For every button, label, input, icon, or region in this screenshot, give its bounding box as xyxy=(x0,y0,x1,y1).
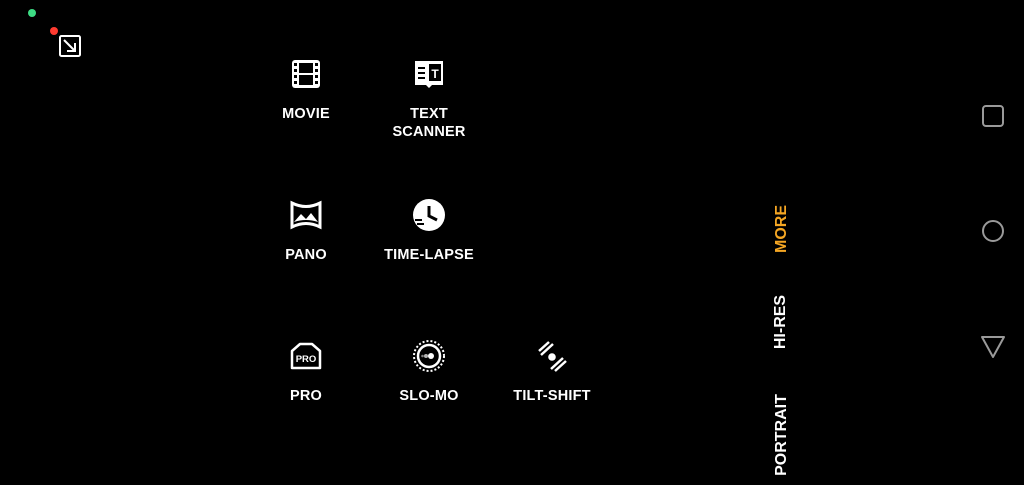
tab-portrait[interactable]: PORTRAIT xyxy=(773,385,791,485)
tab-hi-res[interactable]: HI-RES xyxy=(772,292,790,352)
mode-pro[interactable]: PRO PRO xyxy=(246,339,366,405)
mode-slo-mo[interactable]: SLO-MO xyxy=(369,339,489,405)
recording-indicator xyxy=(50,27,58,35)
camera-in-use-indicator xyxy=(28,9,36,17)
mode-label: TIME-LAPSE xyxy=(384,247,474,263)
slow-motion-icon xyxy=(413,340,445,372)
mode-time-lapse[interactable]: TIME-LAPSE xyxy=(369,198,489,264)
panorama-icon xyxy=(290,200,322,230)
recents-square-icon[interactable] xyxy=(980,103,1006,129)
mode-label: PRO xyxy=(289,388,323,404)
pro-camera-icon: PRO xyxy=(290,342,322,370)
mode-tilt-shift[interactable]: TILT-SHIFT xyxy=(492,339,612,405)
home-circle-icon[interactable] xyxy=(980,218,1006,244)
mode-label: PANO xyxy=(285,247,327,263)
time-lapse-icon xyxy=(413,199,445,231)
mode-pano[interactable]: PANO xyxy=(246,198,366,264)
mode-label: TILT-SHIFT xyxy=(513,388,591,404)
exit-fullscreen-icon[interactable] xyxy=(58,34,82,58)
back-triangle-icon[interactable] xyxy=(980,334,1006,360)
svg-text:T: T xyxy=(431,67,439,81)
tilt-shift-icon xyxy=(538,341,567,372)
svg-text:PRO: PRO xyxy=(296,354,317,365)
text-scanner-icon: T xyxy=(415,61,443,88)
tab-more[interactable]: MORE xyxy=(773,201,791,257)
mode-text-scanner[interactable]: T TEXT SCANNER xyxy=(369,57,489,141)
mode-movie[interactable]: MOVIE xyxy=(246,57,366,123)
film-icon xyxy=(292,60,320,88)
mode-label: MOVIE xyxy=(282,106,330,122)
mode-label: SLO-MO xyxy=(399,388,459,404)
mode-label: TEXT SCANNER xyxy=(392,106,466,140)
